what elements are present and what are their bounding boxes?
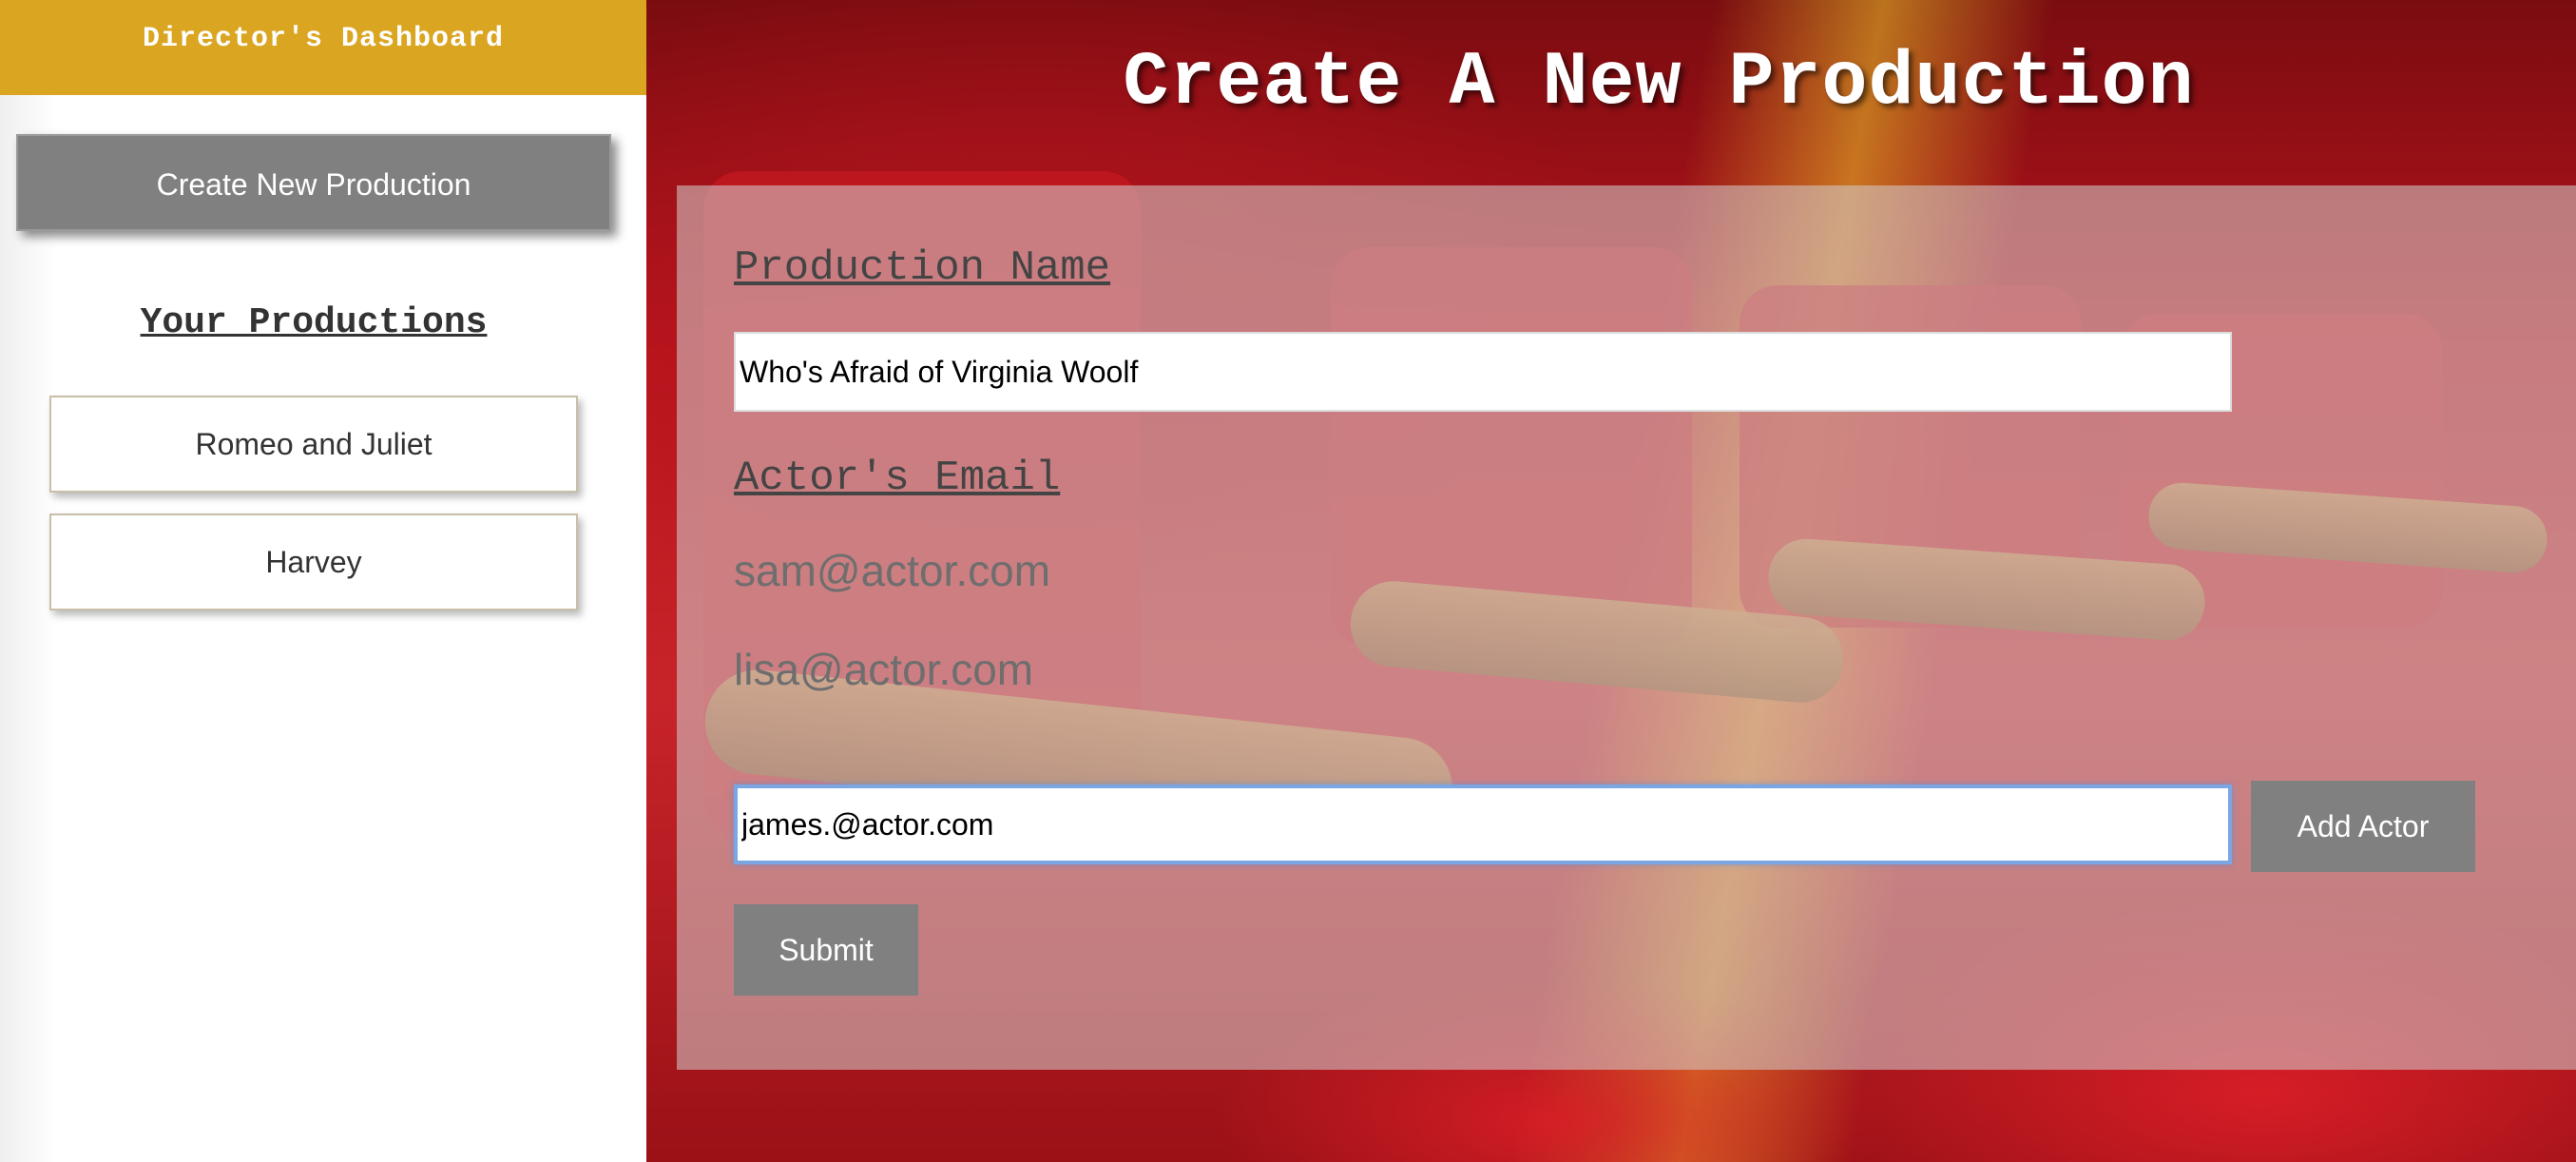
submit-button[interactable]: Submit [734,904,918,996]
sidebar: Director's Dashboard Create New Producti… [0,0,646,1162]
dashboard-title: Director's Dashboard [0,0,646,95]
production-item-harvey[interactable]: Harvey [49,513,578,610]
actor-email-input[interactable] [734,784,2232,864]
your-productions-heading: Your Productions [140,302,488,343]
production-name-input[interactable] [734,332,2232,412]
app-window: Director's Dashboard Create New Producti… [0,0,2576,1162]
actor-email-item: lisa@actor.com [734,645,1034,694]
actor-email-label: Actor's Email [734,455,1061,502]
page-title: Create A New Production [1123,40,2195,126]
create-new-production-button[interactable]: Create New Production [16,134,611,231]
add-actor-button[interactable]: Add Actor [2251,781,2475,872]
production-form: Production Name Actor's Email sam@actor.… [677,185,2576,1070]
production-name-label: Production Name [734,244,1111,292]
main-content: Create A New Production Production Name … [646,0,2576,1162]
actor-email-item: sam@actor.com [734,546,1051,595]
production-item-romeo-and-juliet[interactable]: Romeo and Juliet [49,396,578,493]
